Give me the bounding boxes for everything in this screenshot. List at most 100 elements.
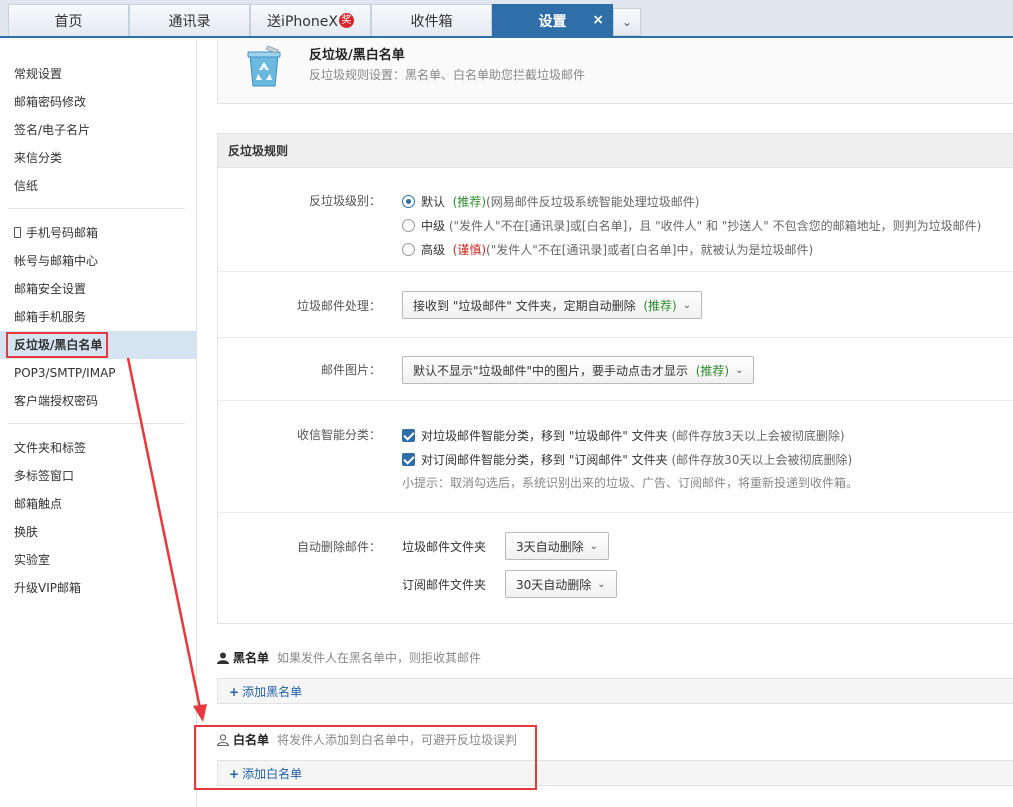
classify-tip: 小提示：取消勾选后，系统识别出来的垃圾、广告、订阅邮件，将重新投递到收件箱。 xyxy=(402,476,859,490)
sidebar-item-folders[interactable]: 文件夹和标签 xyxy=(0,434,196,462)
plus-icon: + xyxy=(229,685,240,699)
tab-bar: 首页 通讯录 送iPhoneX 奖 收件箱 设置 × ⌄ xyxy=(0,0,1013,38)
chevron-down-icon[interactable]: ⌄ xyxy=(613,8,641,36)
recycle-bin-icon xyxy=(247,45,281,87)
sidebar-item-account-center[interactable]: 帐号与邮箱中心 xyxy=(0,247,196,275)
sidebar-item-vip[interactable]: 升级VIP邮箱 xyxy=(0,574,196,602)
option-name: 默认 xyxy=(421,195,446,209)
radio-selected[interactable] xyxy=(402,195,415,208)
sidebar-item-mobile-service[interactable]: 邮箱手机服务 xyxy=(0,303,196,331)
option-desc: (网易邮件反垃圾系统智能处理垃圾邮件) xyxy=(486,195,700,209)
subscription-folder-label: 订阅邮件文件夹 xyxy=(402,578,487,592)
settings-sidebar: 常规设置 邮箱密码修改 签名/电子名片 来信分类 信纸 手机号码邮箱 帐号与邮箱… xyxy=(0,40,197,807)
select-value: 默认不显示"垃圾邮件"中的图片，要手动点击才显示 xyxy=(413,363,689,378)
sidebar-item-label: 手机号码邮箱 xyxy=(26,226,99,240)
recommend-tag: (推荐) xyxy=(643,298,677,313)
sidebar-item-signature[interactable]: 签名/电子名片 xyxy=(0,116,196,144)
option-note: (邮件存放3天以上会被彻底删除) xyxy=(671,429,845,443)
settings-main: 反垃圾/黑白名单 反垃圾规则设置：黑名单、白名单助您拦截垃圾邮件 反垃圾规则 反… xyxy=(217,40,1013,786)
sidebar-item-pop3[interactable]: POP3/SMTP/IMAP xyxy=(0,359,196,387)
option-text: 对订阅邮件智能分类，移到 "订阅邮件" 文件夹 xyxy=(421,453,668,467)
spam-handling-label: 垃圾邮件处理： xyxy=(296,299,381,313)
option-name: 高级 xyxy=(421,243,446,257)
sidebar-item-phone-mailbox[interactable]: 手机号码邮箱 xyxy=(0,219,196,247)
tab-label: 首页 xyxy=(54,13,83,30)
chevron-down-icon: ⌄ xyxy=(597,578,606,590)
tab-label: 收件箱 xyxy=(410,13,453,30)
tab-label: 设置 xyxy=(538,13,567,30)
spam-level-row: 反垃圾级别： 默认 (推荐) (网易邮件反垃圾系统智能处理垃圾邮件) 中级 ("… xyxy=(218,168,1013,272)
sidebar-item-multitab[interactable]: 多标签窗口 xyxy=(0,462,196,490)
blacklist-title: 黑名单 如果发件人在黑名单中，则拒收其邮件 xyxy=(217,649,481,666)
page-title: 反垃圾/黑白名单 xyxy=(309,48,405,63)
classify-subscription-option[interactable]: 对订阅邮件智能分类，移到 "订阅邮件" 文件夹 (邮件存放30天以上会被彻底删除… xyxy=(402,451,852,468)
sidebar-item-mail-classify[interactable]: 来信分类 xyxy=(0,144,196,172)
smart-classify-row: 收信智能分类： 对垃圾邮件智能分类，移到 "垃圾邮件" 文件夹 (邮件存放3天以… xyxy=(218,401,1013,513)
sidebar-item-antispam[interactable]: 反垃圾/黑白名单 xyxy=(0,331,196,359)
classify-spam-option[interactable]: 对垃圾邮件智能分类，移到 "垃圾邮件" 文件夹 (邮件存放3天以上会被彻底删除) xyxy=(402,427,845,444)
checkbox-checked[interactable] xyxy=(402,429,415,442)
phone-icon xyxy=(14,227,21,238)
tab-label: 送iPhoneX xyxy=(267,13,338,30)
sidebar-item-skin[interactable]: 换肤 xyxy=(0,518,196,546)
option-desc: ("发件人"不在[通讯录]或者[白名单]中，就被认为是垃圾邮件) xyxy=(486,243,814,257)
sidebar-group-basic: 常规设置 邮箱密码修改 签名/电子名片 来信分类 信纸 xyxy=(8,40,185,209)
tab-iphonex-promo[interactable]: 送iPhoneX 奖 xyxy=(250,4,371,36)
page-subtitle: 反垃圾规则设置：黑名单、白名单助您拦截垃圾邮件 xyxy=(309,68,586,82)
smart-classify-label: 收信智能分类： xyxy=(296,428,381,442)
section-desc: 如果发件人在黑名单中，则拒收其邮件 xyxy=(277,651,482,665)
recommend-tag: (推荐) xyxy=(452,195,487,209)
tab-contacts[interactable]: 通讯录 xyxy=(129,4,250,36)
chevron-down-icon: ⌄ xyxy=(589,540,599,552)
tab-label: 通讯录 xyxy=(168,13,211,30)
spam-images-select[interactable]: 默认不显示"垃圾邮件"中的图片，要手动点击才显示 (推荐) ⌄ xyxy=(402,356,755,384)
sidebar-group-more: 文件夹和标签 多标签窗口 邮箱触点 换肤 实验室 升级VIP邮箱 xyxy=(8,424,185,610)
prize-badge: 奖 xyxy=(338,13,354,28)
spam-handling-row: 垃圾邮件处理： 接收到 "垃圾邮件" 文件夹，定期自动删除 (推荐) ⌄ xyxy=(218,272,1013,338)
subscription-folder-delete-select[interactable]: 30天自动删除 ⌄ xyxy=(505,570,617,598)
sidebar-item-client-auth[interactable]: 客户端授权密码 xyxy=(0,387,196,415)
sidebar-item-lab[interactable]: 实验室 xyxy=(0,546,196,574)
option-note: (邮件存放30天以上会被彻底删除) xyxy=(671,453,853,467)
section-heading: 反垃圾规则 xyxy=(218,134,1013,168)
spam-folder-delete-select[interactable]: 3天自动删除 ⌄ xyxy=(505,532,610,560)
annotation-highlight-box xyxy=(194,725,537,790)
close-icon[interactable]: × xyxy=(592,12,604,28)
page-header: 反垃圾/黑白名单 反垃圾规则设置：黑名单、白名单助您拦截垃圾邮件 xyxy=(217,40,1013,104)
level-option-medium[interactable]: 中级 ("发件人"不在[通讯录]或[白名单]，且 "收件人" 和 "抄送人" 不… xyxy=(402,217,981,234)
spam-handling-select[interactable]: 接收到 "垃圾邮件" 文件夹，定期自动删除 (推荐) ⌄ xyxy=(402,291,703,319)
chevron-down-icon: ⌄ xyxy=(682,299,692,311)
option-text: 对垃圾邮件智能分类，移到 "垃圾邮件" 文件夹 xyxy=(421,429,668,443)
checkbox-checked[interactable] xyxy=(402,453,415,466)
add-blacklist-button[interactable]: + 添加黑名单 xyxy=(217,678,1013,704)
select-value: 30天自动删除 xyxy=(516,577,592,592)
radio[interactable] xyxy=(402,219,415,232)
level-option-default[interactable]: 默认 (推荐) (网易邮件反垃圾系统智能处理垃圾邮件) xyxy=(402,193,699,210)
sidebar-item-security[interactable]: 邮箱安全设置 xyxy=(0,275,196,303)
auto-delete-label: 自动删除邮件： xyxy=(296,540,381,554)
select-value: 接收到 "垃圾邮件" 文件夹，定期自动删除 xyxy=(413,298,636,313)
option-desc: ("发件人"不在[通讯录]或[白名单]，且 "收件人" 和 "抄送人" 不包含您… xyxy=(448,219,982,233)
tab-inbox[interactable]: 收件箱 xyxy=(371,4,492,36)
tab-home[interactable]: 首页 xyxy=(8,4,129,36)
spam-images-row: 邮件图片： 默认不显示"垃圾邮件"中的图片，要手动点击才显示 (推荐) ⌄ xyxy=(218,338,1013,401)
sidebar-item-password[interactable]: 邮箱密码修改 xyxy=(0,88,196,116)
option-name: 中级 xyxy=(421,219,446,233)
sidebar-item-general[interactable]: 常规设置 xyxy=(0,60,196,88)
radio[interactable] xyxy=(402,243,415,256)
antispam-rules-panel: 反垃圾规则 反垃圾级别： 默认 (推荐) (网易邮件反垃圾系统智能处理垃圾邮件)… xyxy=(217,133,1013,624)
sidebar-group-account: 手机号码邮箱 帐号与邮箱中心 邮箱安全设置 邮箱手机服务 反垃圾/黑白名单 PO… xyxy=(0,209,196,424)
level-option-high[interactable]: 高级 (谨慎) ("发件人"不在[通讯录]或者[白名单]中，就被认为是垃圾邮件) xyxy=(402,241,813,258)
sidebar-item-label: 反垃圾/黑白名单 xyxy=(6,332,109,358)
user-icon xyxy=(217,652,229,664)
tab-settings[interactable]: 设置 × xyxy=(492,4,613,36)
caution-tag: (谨慎) xyxy=(452,243,487,257)
sidebar-item-stationery[interactable]: 信纸 xyxy=(0,172,196,200)
section-title: 黑名单 xyxy=(233,651,270,665)
select-value: 3天自动删除 xyxy=(516,539,584,554)
sidebar-item-touchpoint[interactable]: 邮箱触点 xyxy=(0,490,196,518)
add-label: 添加黑名单 xyxy=(242,685,303,699)
chevron-down-icon: ⌄ xyxy=(735,364,744,376)
auto-delete-row: 自动删除邮件： 垃圾邮件文件夹 3天自动删除 ⌄ 订阅邮件文件夹 30天自动删除… xyxy=(218,513,1013,623)
spam-level-label: 反垃圾级别： xyxy=(308,194,381,208)
